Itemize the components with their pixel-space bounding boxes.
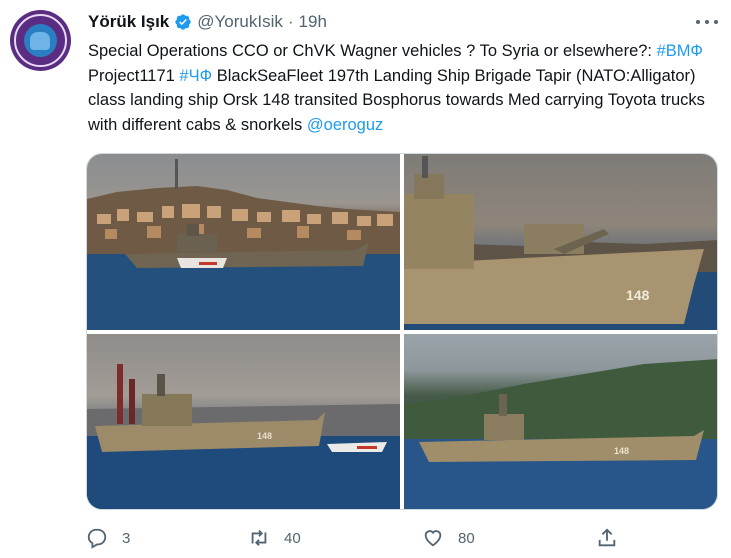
photo-4[interactable]: 148 (404, 334, 717, 509)
tweet-text: Special Operations CCO or ChVK Wagner ve… (88, 39, 728, 137)
avatar[interactable] (10, 10, 71, 71)
like-icon (422, 527, 444, 549)
author-name[interactable]: Yörük Işık (88, 12, 169, 32)
tweet-header: Yörük Işık @YorukIsik · 19h (88, 11, 327, 33)
share-button[interactable] (596, 524, 618, 552)
mention-oeroguz-link[interactable]: @oeroguz (307, 116, 383, 134)
reply-count: 3 (122, 529, 131, 547)
hull-number-label: 148 (257, 431, 272, 441)
hull-number-label: 148 (614, 446, 629, 456)
tweet-text-segment: Special Operations CCO or ChVK Wagner ve… (88, 42, 657, 60)
tweet-timestamp[interactable]: 19h (299, 12, 327, 32)
author-handle[interactable]: @YorukIsik (197, 12, 283, 32)
share-icon (596, 527, 618, 549)
retweet-button[interactable]: 40 (248, 524, 301, 552)
media-grid: 148 148 148 (86, 153, 718, 510)
avatar-figure (30, 32, 50, 50)
photo-2[interactable]: 148 (404, 154, 717, 330)
photo-3[interactable]: 148 (87, 334, 400, 509)
hashtag-chf-link[interactable]: #ЧФ (179, 67, 212, 85)
separator-dot: · (287, 12, 294, 31)
tweet-text-segment: Project1171 (88, 66, 180, 85)
reply-button[interactable]: 3 (86, 524, 130, 552)
like-count: 80 (458, 529, 475, 547)
hull-number-label: 148 (626, 287, 650, 303)
tweet-actions: 3 40 80 (86, 524, 646, 552)
reply-icon (86, 527, 108, 549)
verified-badge-icon (174, 13, 192, 31)
retweet-count: 40 (284, 529, 301, 547)
photo-1[interactable] (87, 154, 400, 330)
retweet-icon (248, 527, 270, 549)
like-button[interactable]: 80 (422, 524, 475, 552)
hashtag-vmf-link[interactable]: #ВМФ (657, 42, 703, 60)
more-icon[interactable] (696, 12, 718, 32)
